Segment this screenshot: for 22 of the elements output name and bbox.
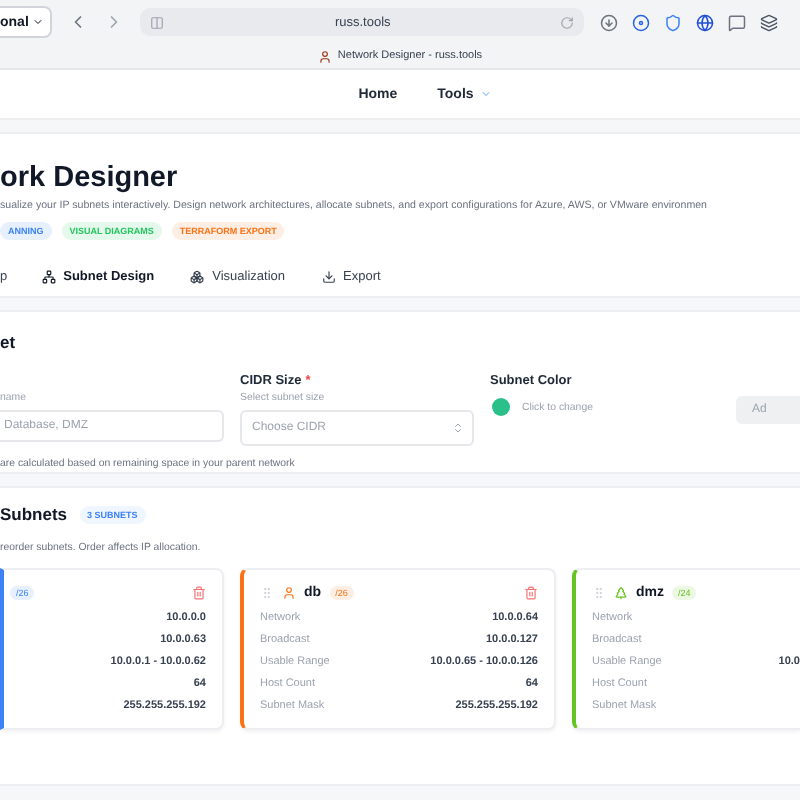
sidebar-icon bbox=[150, 15, 165, 29]
globe-icon[interactable] bbox=[696, 13, 715, 31]
person-icon bbox=[317, 49, 332, 63]
chevron-down-icon bbox=[479, 88, 492, 100]
chevron-down-icon bbox=[32, 16, 45, 28]
reload-icon[interactable] bbox=[560, 15, 575, 29]
page-title: ork Designer bbox=[0, 162, 180, 194]
tree-icon bbox=[614, 585, 628, 599]
disc-icon[interactable] bbox=[632, 13, 651, 31]
section-title: et bbox=[0, 332, 18, 352]
trash-icon[interactable] bbox=[192, 585, 206, 599]
nodes-icon bbox=[190, 270, 205, 284]
section-title: Subnets bbox=[0, 504, 68, 524]
download-icon[interactable] bbox=[600, 13, 619, 31]
trash-icon[interactable] bbox=[524, 585, 538, 599]
layers-icon[interactable] bbox=[760, 13, 779, 31]
person-icon bbox=[282, 585, 296, 599]
shield-icon[interactable] bbox=[664, 13, 683, 31]
color-swatch[interactable] bbox=[492, 398, 510, 416]
network-icon bbox=[41, 270, 56, 284]
chat-icon[interactable] bbox=[728, 13, 747, 31]
download-icon bbox=[321, 270, 336, 284]
